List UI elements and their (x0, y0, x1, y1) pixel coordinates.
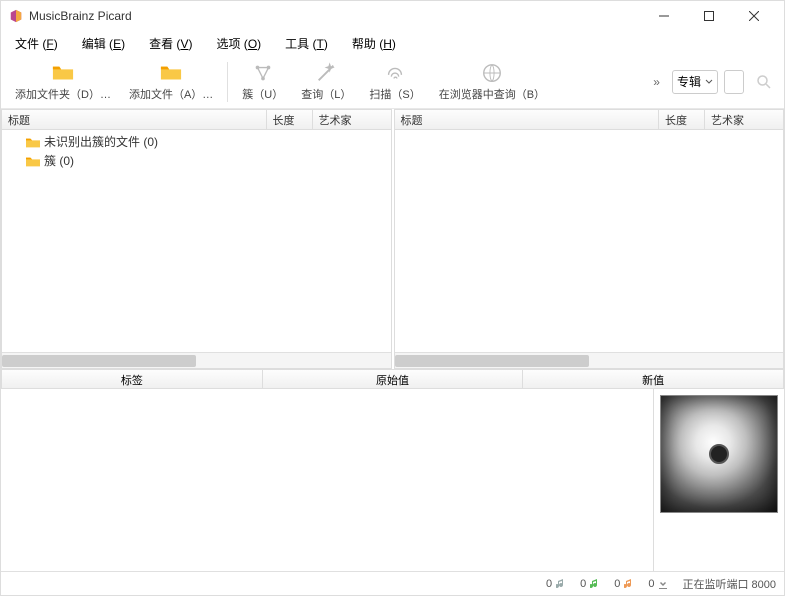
lookup-button[interactable]: 查询（L） (293, 60, 359, 104)
cluster-button[interactable]: 簇（U） (234, 60, 291, 104)
globe-icon (481, 62, 503, 84)
left-column-headers: 标题 长度 艺术家 (2, 110, 391, 130)
folder-icon (26, 155, 40, 167)
close-button[interactable] (731, 1, 776, 31)
column-length[interactable]: 长度 (659, 110, 705, 129)
add-folder-button[interactable]: 添加文件夹（D）… (7, 60, 119, 104)
chevron-down-icon (705, 75, 713, 89)
window-title: MusicBrainz Picard (29, 9, 641, 23)
right-pane: 标题 长度 艺术家 (394, 109, 785, 369)
menu-tools[interactable]: 工具 (T) (275, 33, 338, 54)
search-input[interactable] (724, 70, 744, 94)
right-tree[interactable] (395, 130, 784, 352)
tag-column-tag[interactable]: 标签 (2, 370, 263, 388)
menu-help[interactable]: 帮助 (H) (342, 33, 406, 54)
menu-view[interactable]: 查看 (V) (139, 33, 202, 54)
left-pane: 标题 长度 艺术家 未识别出簇的文件 (0) 簇 (0) (1, 109, 392, 369)
search-button[interactable] (750, 68, 778, 96)
menu-file[interactable]: 文件 (F) (5, 33, 68, 54)
right-column-headers: 标题 长度 艺术家 (395, 110, 784, 130)
column-artist[interactable]: 艺术家 (705, 110, 783, 129)
cover-art-placeholder[interactable] (660, 395, 778, 513)
browser-lookup-button[interactable]: 在浏览器中查询（B） (431, 60, 553, 104)
cover-art-panel (654, 389, 784, 571)
left-h-scrollbar[interactable] (2, 352, 391, 368)
toolbar: 添加文件夹（D）… 添加文件（A）… 簇（U） 查询（L） 扫描（S） 在浏览器… (1, 55, 784, 109)
tag-column-original[interactable]: 原始值 (263, 370, 524, 388)
tag-table-body[interactable] (1, 389, 654, 571)
column-length[interactable]: 长度 (267, 110, 313, 129)
menubar: 文件 (F) 编辑 (E) 查看 (V) 选项 (O) 工具 (T) 帮助 (H… (1, 31, 784, 55)
fingerprint-icon (384, 62, 406, 84)
status-listening: 正在监听端口 8000 (682, 576, 776, 592)
toolbar-overflow-button[interactable]: » (647, 75, 666, 89)
music-note-green-icon (590, 579, 600, 589)
menu-edit[interactable]: 编辑 (E) (72, 33, 135, 54)
search-type-dropdown[interactable]: 专辑 (672, 70, 718, 94)
add-files-button[interactable]: 添加文件（A）… (121, 60, 221, 104)
scan-button[interactable]: 扫描（S） (361, 60, 428, 104)
tag-table-header: 标签 原始值 新值 (1, 369, 784, 389)
wand-icon (315, 62, 337, 84)
status-good: 0 (580, 578, 600, 590)
tree-row[interactable]: 簇 (0) (6, 151, 387, 170)
column-title[interactable]: 标题 (2, 110, 267, 129)
status-downloads: 0 (648, 578, 668, 590)
folder-icon (52, 62, 74, 84)
folder-icon (26, 136, 40, 148)
statusbar: 0 0 0 0 正在监听端口 8000 (1, 571, 784, 595)
right-h-scrollbar[interactable] (395, 352, 784, 368)
column-artist[interactable]: 艺术家 (313, 110, 391, 129)
status-pending: 0 (546, 578, 566, 590)
file-folder-icon (160, 62, 182, 84)
app-icon (9, 9, 23, 23)
status-bad: 0 (614, 578, 634, 590)
tree-row[interactable]: 未识别出簇的文件 (0) (6, 132, 387, 151)
music-note-orange-icon (624, 579, 634, 589)
tag-column-new[interactable]: 新值 (523, 370, 783, 388)
download-icon (658, 579, 668, 589)
left-tree[interactable]: 未识别出簇的文件 (0) 簇 (0) (2, 130, 391, 352)
minimize-button[interactable] (641, 1, 686, 31)
maximize-button[interactable] (686, 1, 731, 31)
column-title[interactable]: 标题 (395, 110, 660, 129)
menu-options[interactable]: 选项 (O) (206, 33, 271, 54)
cluster-icon (252, 62, 274, 84)
music-note-icon (556, 579, 566, 589)
